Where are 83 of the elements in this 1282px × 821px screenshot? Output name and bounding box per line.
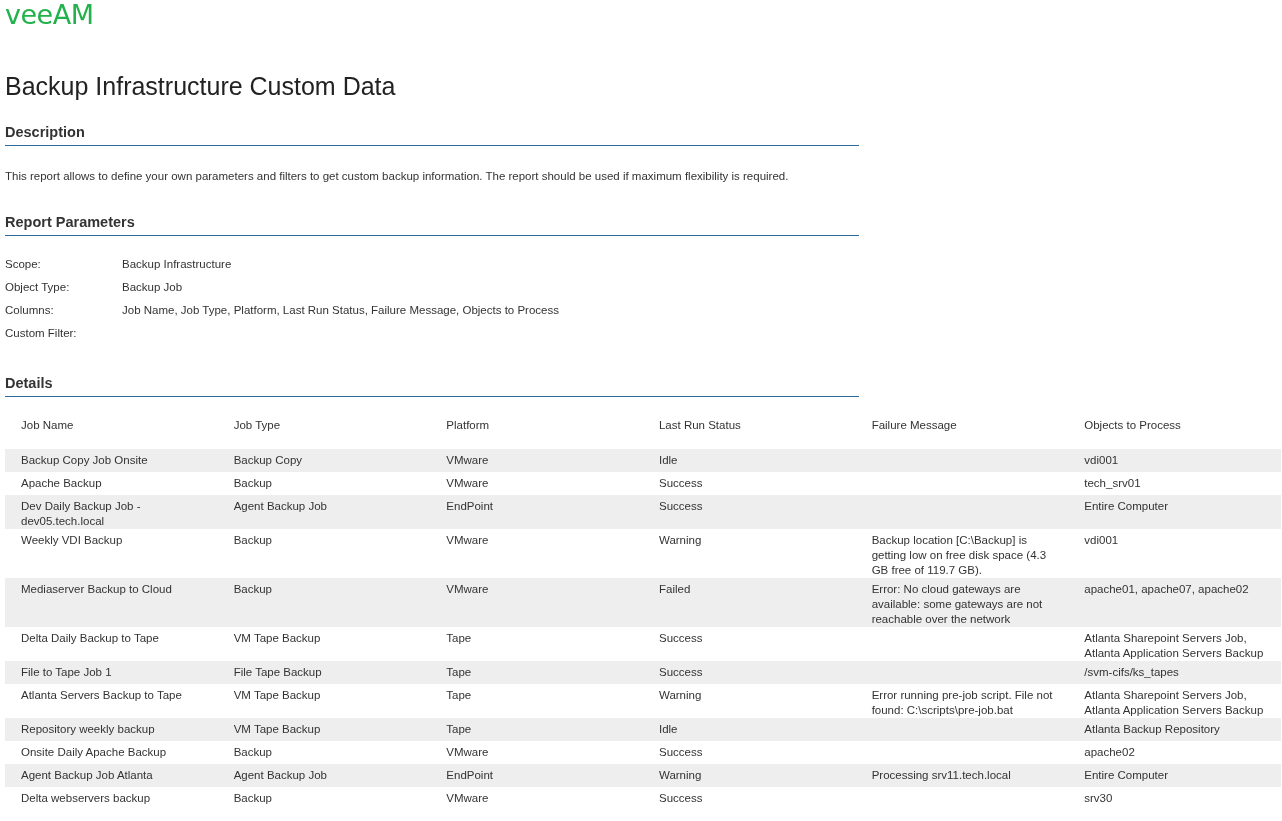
table-cell-text: Error running pre-job script. File not found: C:\scripts\pre-job.bat bbox=[871, 688, 1054, 718]
table-cell-text: Processing srv11.tech.local bbox=[871, 768, 1012, 783]
table-cell-text: apache02 bbox=[1084, 745, 1136, 760]
table-cell-text: Agent Backup Job bbox=[233, 768, 328, 783]
table-cell-text: Warning bbox=[658, 533, 703, 548]
parameter-value: Backup Job bbox=[122, 280, 183, 295]
column-header: Last Run Status bbox=[658, 419, 741, 431]
table-cell-text: Atlanta Sharepoint Servers Job, Atlanta Application Servers Backup bbox=[1084, 688, 1265, 718]
table-cell-text: Success bbox=[658, 665, 704, 680]
table-cell-text: /svm-cifs/ks_tapes bbox=[1084, 665, 1180, 680]
column-header: Failure Message bbox=[871, 419, 957, 431]
table-cell-text: Agent Backup Job Atlanta bbox=[21, 768, 154, 783]
table-cell-text: Backup bbox=[233, 533, 273, 548]
table-cell-text: Delta Daily Backup to Tape bbox=[21, 631, 160, 646]
column-header: Objects to Process bbox=[1084, 419, 1181, 431]
table-cell-text: Tape bbox=[446, 631, 473, 646]
table-cell-text: Repository weekly backup bbox=[21, 722, 156, 737]
parameter-value: Backup Infrastructure bbox=[122, 257, 232, 272]
table-cell-text: Atlanta Sharepoint Servers Job, Atlanta Application Servers Backup bbox=[1084, 631, 1265, 661]
table-cell-text: Agent Backup Job bbox=[233, 499, 328, 514]
table-cell-text: VM Tape Backup bbox=[233, 688, 322, 703]
table-cell-text: Backup bbox=[233, 745, 273, 760]
table-cell-text: Backup bbox=[233, 582, 273, 597]
parameter-label: Columns: bbox=[5, 303, 55, 318]
table-cell-text: apache01, apache07, apache02 bbox=[1084, 582, 1250, 597]
table-cell-text: Error: No cloud gateways are available: some gateways are not reachable over the network bbox=[871, 582, 1044, 627]
table-cell-text: Atlanta Servers Backup to Tape bbox=[21, 688, 183, 703]
table-cell-text: Dev Daily Backup Job - dev05.tech.local bbox=[21, 499, 142, 529]
table-cell-text: File to Tape Job 1 bbox=[21, 665, 113, 680]
table-cell-text: Apache Backup bbox=[21, 476, 103, 491]
table-cell-text: Backup Copy bbox=[233, 453, 304, 468]
table-cell-text: Tape bbox=[446, 665, 473, 680]
table-cell-text: Tape bbox=[446, 722, 473, 737]
table-cell-text: Delta webservers backup bbox=[21, 791, 152, 806]
table-cell-text: tech_srv01 bbox=[1084, 476, 1142, 491]
table-cell-text: vdi001 bbox=[1084, 453, 1120, 468]
description-text: This report allows to define your own parameters and filters to get custom backup information. The report should be used if maximum flexibility is required. bbox=[5, 169, 790, 184]
table-cell-text: VMware bbox=[446, 533, 490, 548]
table-cell-text: Success bbox=[658, 745, 704, 760]
table-cell-text: VMware bbox=[446, 745, 490, 760]
table-cell-text: EndPoint bbox=[446, 499, 494, 514]
column-header: Platform bbox=[446, 419, 490, 431]
parameter-value: Job Name, Job Type, Platform, Last Run Status, Failure Message, Objects to Process bbox=[122, 303, 559, 318]
table-cell-text: Mediaserver Backup to Cloud bbox=[21, 582, 173, 597]
table-cell-text: Weekly VDI Backup bbox=[21, 533, 124, 548]
table-cell-text: Success bbox=[658, 499, 704, 514]
table-cell-text: Entire Computer bbox=[1084, 768, 1169, 783]
table-cell-text: Entire Computer bbox=[1084, 499, 1169, 514]
table-cell-text: VMware bbox=[446, 791, 490, 806]
parameter-label: Scope: bbox=[5, 257, 42, 272]
table-cell-text: VMware bbox=[446, 476, 490, 491]
table-cell-text: Success bbox=[658, 631, 704, 646]
table-cell-text: Onsite Daily Apache Backup bbox=[21, 745, 168, 760]
table-cell-text: vdi001 bbox=[1084, 533, 1120, 548]
table-cell-text: Atlanta Backup Repository bbox=[1084, 722, 1221, 737]
table-cell-text: VM Tape Backup bbox=[233, 631, 322, 646]
parameter-label: Object Type: bbox=[5, 280, 71, 295]
table-cell-text: Backup location [C:\Backup] is getting low on free disk space (4.3 GB free of 119.7 GB). bbox=[871, 533, 1048, 578]
table-cell-text: Idle bbox=[658, 453, 679, 468]
table-cell-text: File Tape Backup bbox=[233, 665, 323, 680]
table-cell-text: Warning bbox=[658, 768, 703, 783]
table-cell-text: Backup Copy Job Onsite bbox=[21, 453, 149, 468]
table-cell-text: Success bbox=[658, 791, 704, 806]
column-header: Job Name bbox=[21, 419, 74, 431]
logo: veeAM bbox=[5, 1, 94, 29]
table-cell-text: Failed bbox=[658, 582, 692, 597]
table-cell-text: Backup bbox=[233, 791, 273, 806]
table-cell-text: srv30 bbox=[1084, 791, 1114, 806]
column-header: Job Type bbox=[233, 419, 281, 431]
table-cell-text: Tape bbox=[446, 688, 473, 703]
table-cell-text: VM Tape Backup bbox=[233, 722, 322, 737]
section-heading: Details bbox=[5, 374, 859, 397]
table-cell-text: Backup bbox=[233, 476, 273, 491]
table-cell-text: Success bbox=[658, 476, 704, 491]
section-heading: Description bbox=[5, 123, 859, 146]
table-cell-text: EndPoint bbox=[446, 768, 494, 783]
table-cell-text: VMware bbox=[446, 582, 490, 597]
table-cell-text: VMware bbox=[446, 453, 490, 468]
table-cell-text: Warning bbox=[658, 688, 703, 703]
table-cell-text: Idle bbox=[658, 722, 679, 737]
report-title: Backup Infrastructure Custom Data bbox=[5, 71, 397, 102]
section-heading: Report Parameters bbox=[5, 213, 859, 236]
parameter-label: Custom Filter: bbox=[5, 326, 78, 341]
